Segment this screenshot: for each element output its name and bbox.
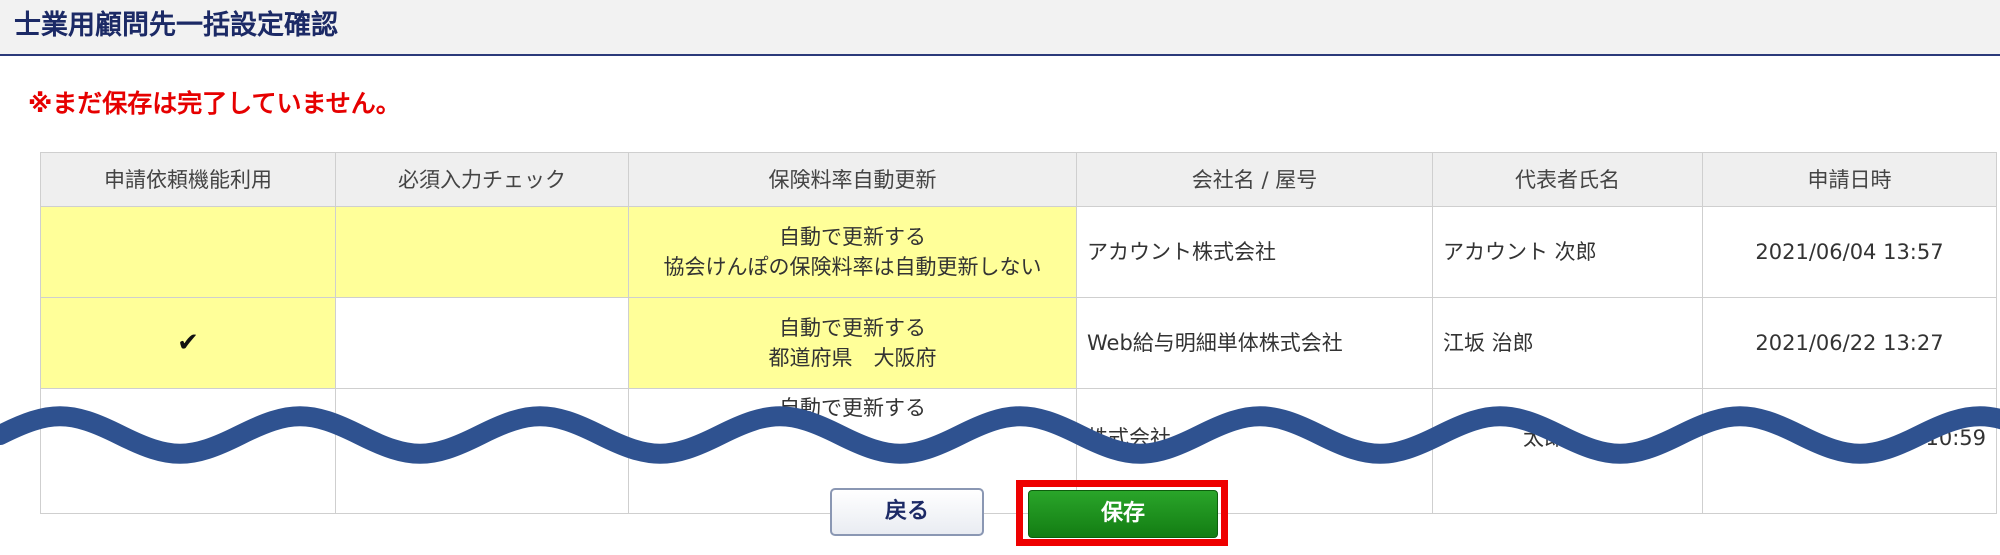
column-header-request-feature: 申請依頼機能利用 bbox=[40, 152, 336, 207]
representative-cell: アカウント 次郎 bbox=[1432, 206, 1703, 298]
insurance-update-cell: 自動で更新する 都道府県 大阪府 bbox=[628, 297, 1077, 389]
wave-line bbox=[0, 406, 2000, 464]
page-header: 士業用顧問先一括設定確認 bbox=[0, 0, 2000, 56]
page-title: 士業用顧問先一括設定確認 bbox=[14, 10, 338, 41]
table-header-row: 申請依頼機能利用 必須入力チェック 保険料率自動更新 会社名 / 屋号 代表者氏… bbox=[40, 152, 1997, 207]
insurance-update-line: 自動で更新する bbox=[779, 225, 926, 249]
insurance-update-detail: 協会けんぽの保険料率は自動更新しない bbox=[663, 255, 1042, 279]
back-button[interactable]: 戻る bbox=[830, 488, 984, 536]
unsaved-warning: ※まだ保存は完了していません。 bbox=[28, 89, 401, 118]
insurance-update-line: 自動で更新する bbox=[779, 316, 926, 340]
column-header-datetime: 申請日時 bbox=[1702, 152, 1997, 207]
table-row: ✔ 自動で更新する 都道府県 大阪府 Web給与明細単体株式会社 江坂 治郎 2… bbox=[40, 297, 1997, 389]
datetime-cell: 2021/06/04 13:57 bbox=[1702, 206, 1997, 298]
required-check-cell bbox=[335, 206, 629, 298]
column-header-representative: 代表者氏名 bbox=[1432, 152, 1703, 207]
insurance-update-detail: 都道府県 大阪府 bbox=[768, 346, 937, 370]
company-cell: Web給与明細単体株式会社 bbox=[1076, 297, 1433, 389]
save-button[interactable]: 保存 bbox=[1028, 490, 1218, 538]
column-header-insurance-auto-update: 保険料率自動更新 bbox=[628, 152, 1077, 207]
request-feature-cell bbox=[40, 206, 336, 298]
required-check-cell bbox=[335, 297, 629, 389]
omission-wave bbox=[0, 406, 2000, 464]
request-feature-cell: ✔ bbox=[40, 297, 336, 389]
column-header-required-check: 必須入力チェック bbox=[335, 152, 629, 207]
representative-cell: 江坂 治郎 bbox=[1432, 297, 1703, 389]
company-cell: アカウント株式会社 bbox=[1076, 206, 1433, 298]
insurance-update-cell: 自動で更新する 協会けんぽの保険料率は自動更新しない bbox=[628, 206, 1077, 298]
column-header-company: 会社名 / 屋号 bbox=[1076, 152, 1433, 207]
datetime-cell: 2021/06/22 13:27 bbox=[1702, 297, 1997, 389]
check-icon: ✔ bbox=[177, 327, 199, 358]
table-row: 自動で更新する 協会けんぽの保険料率は自動更新しない アカウント株式会社 アカウ… bbox=[40, 206, 1997, 298]
